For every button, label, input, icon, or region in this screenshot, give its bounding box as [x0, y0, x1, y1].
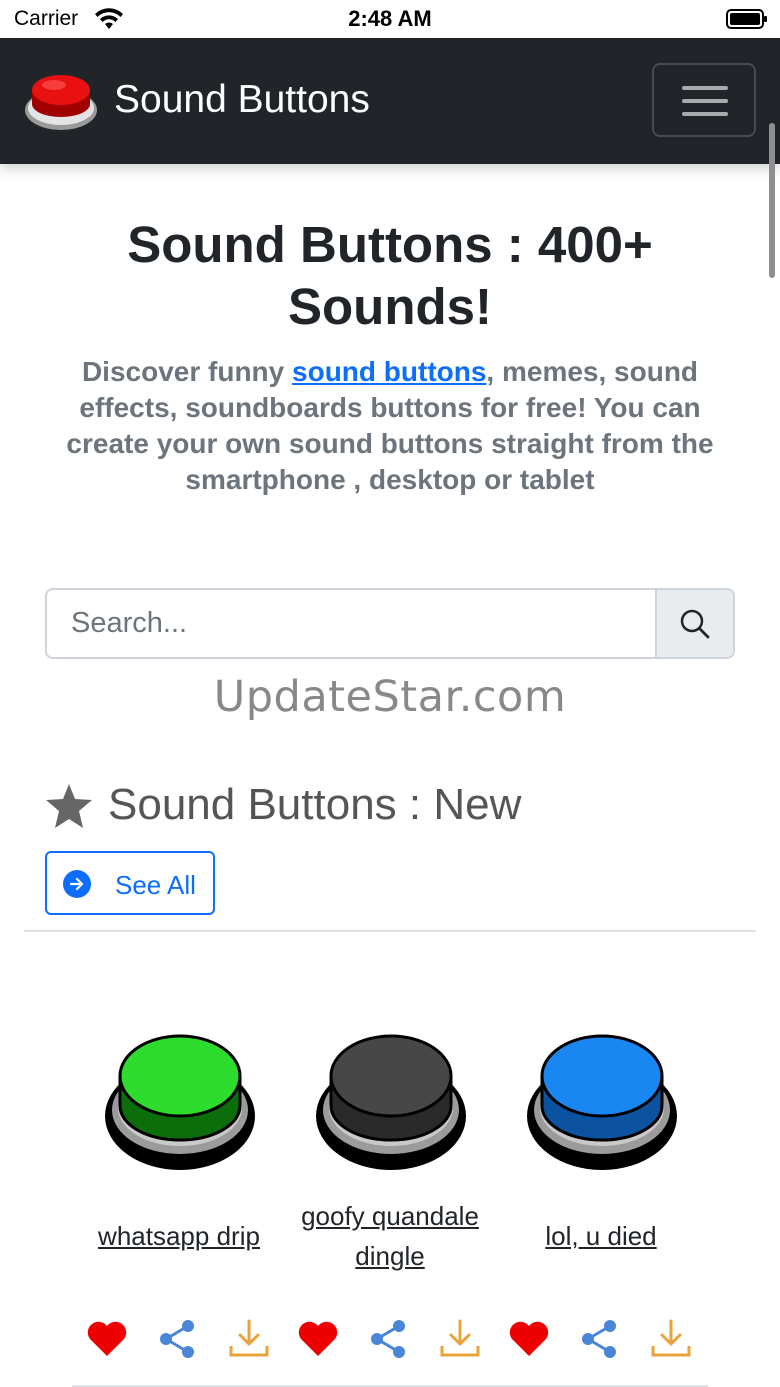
- menu-toggle-button[interactable]: [652, 63, 756, 137]
- logo-icon[interactable]: [24, 62, 98, 136]
- search-bar: [45, 588, 735, 659]
- sound-buttons-link[interactable]: sound buttons: [292, 356, 486, 387]
- sound-name-link[interactable]: goofy quandale dingle: [285, 1196, 495, 1276]
- see-all-label: See All: [115, 870, 196, 900]
- hamburger-icon: [682, 86, 728, 90]
- sound-button-blue[interactable]: [526, 1030, 678, 1180]
- description-text: Discover funny: [81, 356, 293, 387]
- hamburger-icon-bar: [682, 112, 728, 116]
- sound-name-link[interactable]: whatsapp drip: [74, 1216, 284, 1256]
- sound-button-gray[interactable]: [315, 1030, 467, 1180]
- brand-name[interactable]: Sound Buttons: [114, 78, 370, 122]
- see-all-button[interactable]: See All: [45, 851, 215, 915]
- share-icon[interactable]: [154, 1316, 200, 1362]
- search-input[interactable]: [47, 590, 657, 657]
- download-icon[interactable]: [226, 1316, 272, 1362]
- arrow-right-circle-icon: [63, 870, 91, 898]
- section-title: Sound Buttons : New: [108, 780, 522, 829]
- sound-actions: [295, 1316, 505, 1364]
- watermark: UpdateStar.com: [213, 672, 567, 722]
- divider: [24, 930, 756, 932]
- status-bar: Carrier 2:48 AM: [0, 0, 780, 38]
- download-icon[interactable]: [648, 1316, 694, 1362]
- sound-name-link[interactable]: lol, u died: [496, 1216, 706, 1256]
- page-title: Sound Buttons : 400+ Sounds!: [127, 216, 653, 335]
- sound-button-green[interactable]: [104, 1030, 256, 1180]
- status-time: 2:48 AM: [348, 6, 432, 31]
- page-description: Discover funny sound buttons, memes, sou…: [44, 354, 736, 498]
- share-icon[interactable]: [576, 1316, 622, 1362]
- heart-icon[interactable]: [295, 1316, 341, 1362]
- search-icon: [680, 609, 710, 639]
- star-icon: [46, 784, 92, 828]
- sound-actions: [506, 1316, 716, 1364]
- heart-icon[interactable]: [84, 1316, 130, 1362]
- top-navbar: Sound Buttons: [0, 38, 780, 164]
- hamburger-icon-bar: [682, 99, 728, 103]
- search-button[interactable]: [655, 590, 733, 657]
- download-icon[interactable]: [437, 1316, 483, 1362]
- battery-icon: [726, 9, 767, 29]
- page-scrollbar[interactable]: [769, 123, 775, 278]
- heart-icon[interactable]: [506, 1316, 552, 1362]
- share-icon[interactable]: [365, 1316, 411, 1362]
- sound-actions: [84, 1316, 294, 1364]
